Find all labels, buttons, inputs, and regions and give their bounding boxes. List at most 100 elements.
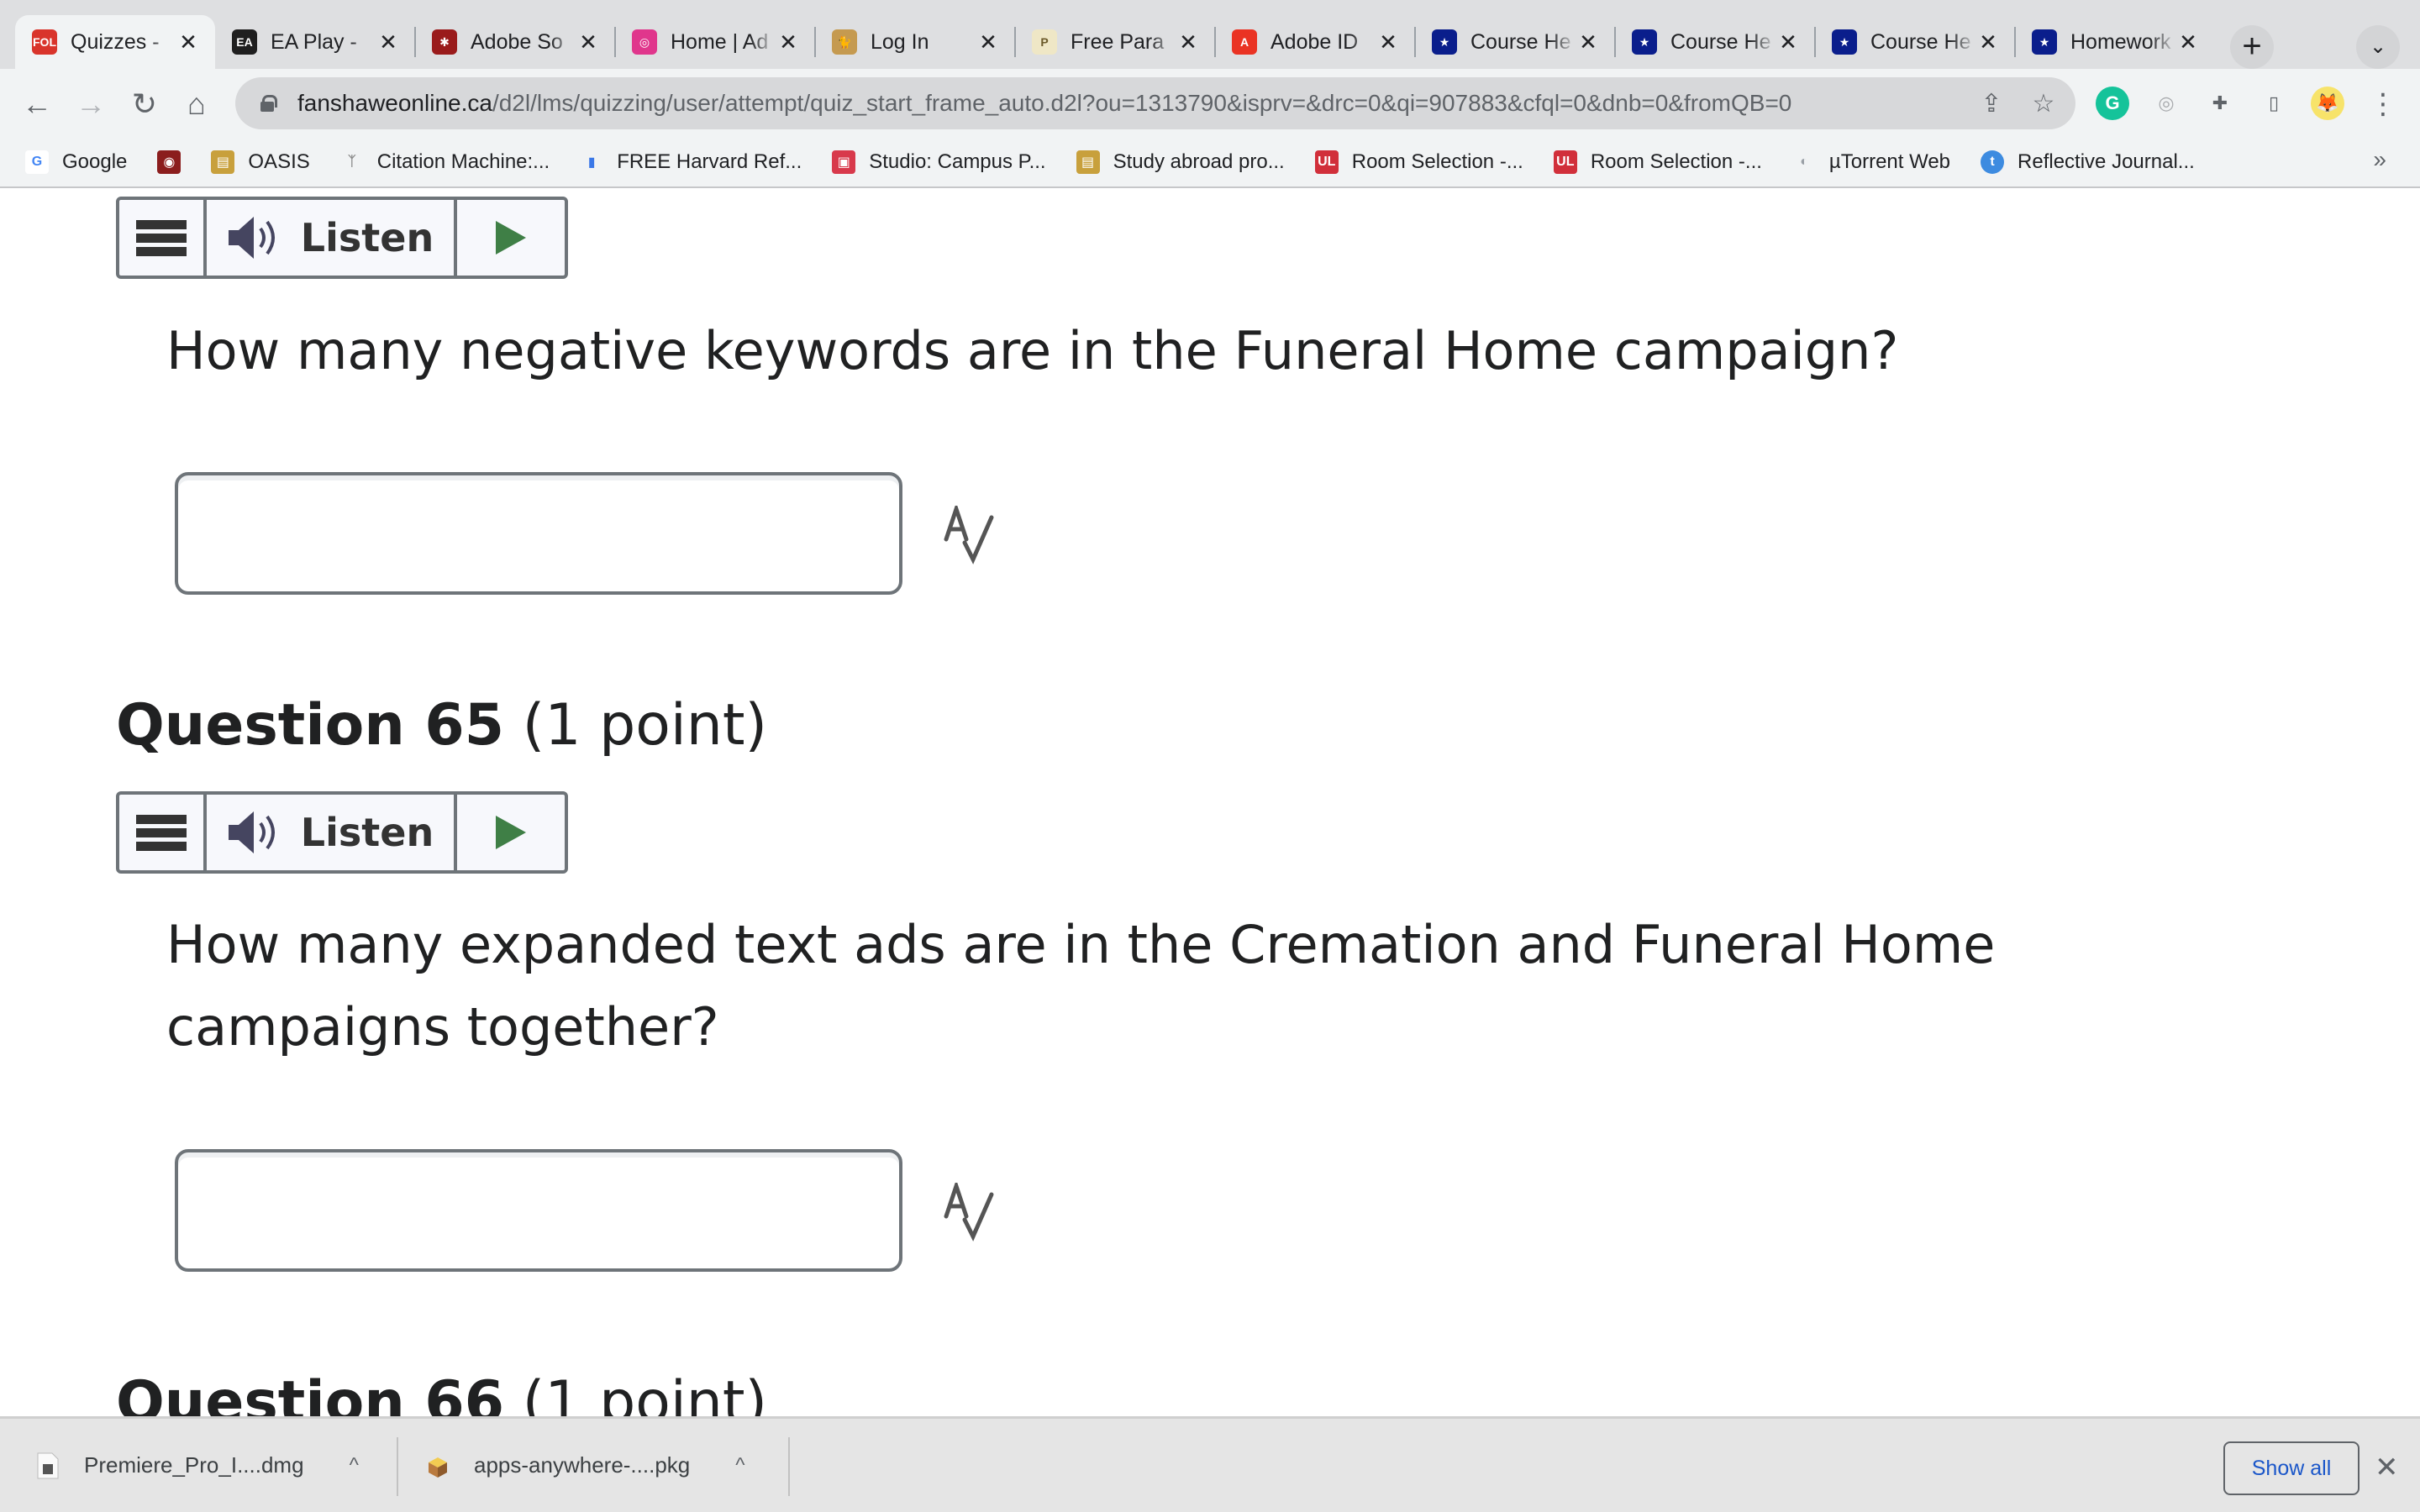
close-tab-icon[interactable]: ✕ xyxy=(776,30,800,54)
tab-separator xyxy=(414,27,416,57)
browser-tab[interactable]: ◎ Home | Ad ✕ xyxy=(615,15,815,69)
play-button[interactable] xyxy=(457,795,565,870)
package-icon xyxy=(429,1457,447,1478)
download-options-caret[interactable]: ^ xyxy=(350,1454,359,1478)
tab-separator xyxy=(2014,27,2016,57)
browser-tab[interactable]: ★ Course He ✕ xyxy=(1615,15,1815,69)
bookmark-star-icon[interactable]: ☆ xyxy=(2028,89,2059,119)
spell-check-icon[interactable] xyxy=(939,506,998,564)
divider xyxy=(788,1437,790,1496)
citation-machine-icon: ᛉ xyxy=(347,155,356,169)
play-button[interactable] xyxy=(457,200,565,276)
bookmark-item[interactable]: ◐ µTorrent Web xyxy=(1792,150,1950,174)
question-64-answer-input[interactable] xyxy=(175,472,902,595)
tab-title: Log In xyxy=(871,29,929,54)
grammarly-icon[interactable]: G xyxy=(2096,87,2129,120)
browser-menu-button[interactable]: ⋮ xyxy=(2361,82,2405,126)
ea-icon: EA xyxy=(232,29,257,55)
speaker-icon xyxy=(228,811,275,853)
share-icon[interactable]: ⇪ xyxy=(1976,89,2007,119)
close-tab-icon[interactable]: ✕ xyxy=(1176,30,1200,54)
browser-tab[interactable]: A Adobe ID ✕ xyxy=(1215,15,1415,69)
uofl-icon: UL xyxy=(1553,150,1577,174)
listen-button[interactable]: Listen xyxy=(207,795,457,870)
url-path: /d2l/lms/quizzing/user/attempt/quiz_star… xyxy=(492,90,1792,116)
tab-separator xyxy=(1214,27,1216,57)
browser-tab[interactable]: P Free Para ✕ xyxy=(1015,15,1215,69)
bookmark-label: Reflective Journal... xyxy=(2018,150,2195,173)
close-tab-icon[interactable]: ✕ xyxy=(1776,30,1800,54)
play-icon xyxy=(496,816,526,849)
download-shelf: Premiere_Pro_I....dmg ^ apps-anywhere-..… xyxy=(0,1416,2420,1512)
course-hero-icon: ★ xyxy=(1632,29,1657,55)
bookmark-item[interactable]: ▮ FREE Harvard Ref... xyxy=(580,150,802,174)
new-tab-button[interactable]: + xyxy=(2230,25,2274,69)
readspeaker-menu-button[interactable] xyxy=(119,795,207,870)
close-tab-icon[interactable]: ✕ xyxy=(976,30,1000,54)
close-tab-icon[interactable]: ✕ xyxy=(1576,30,1600,54)
tomcat-icon: 🐈 xyxy=(832,29,857,55)
profile-avatar[interactable]: 🦊 xyxy=(2311,87,2344,120)
tab-title: EA Play - xyxy=(271,29,357,54)
question-65-answer-input[interactable] xyxy=(175,1149,902,1272)
close-tab-icon[interactable]: ✕ xyxy=(176,30,200,54)
dmg-file-icon xyxy=(37,1452,59,1478)
bookmarks-list: G Google ◉ ▤ OASIS ᛉ Citation Machine:... ▮ FREE… xyxy=(25,150,2225,174)
paraphrase-icon: P xyxy=(1032,29,1057,55)
fol-icon: FOL xyxy=(32,29,57,55)
question-65-number: Question 65 xyxy=(116,692,505,759)
course-hero-icon: ★ xyxy=(1432,29,1457,55)
bookmark-item[interactable]: ▤ OASIS xyxy=(211,150,310,174)
show-all-downloads-button[interactable]: Show all xyxy=(2223,1441,2360,1495)
browser-tab[interactable]: EA EA Play - ✕ xyxy=(215,15,415,69)
tab-title: Homework xyxy=(2070,29,2171,54)
bookmark-item[interactable]: ᛉ Citation Machine:... xyxy=(340,150,550,174)
spell-check-icon[interactable] xyxy=(939,1183,998,1242)
close-tab-icon[interactable]: ✕ xyxy=(2176,30,2200,54)
close-tab-icon[interactable]: ✕ xyxy=(1976,30,2000,54)
readspeaker-menu-button[interactable] xyxy=(119,200,207,276)
bookmarks-overflow-button[interactable]: » xyxy=(2373,146,2386,173)
close-tab-icon[interactable]: ✕ xyxy=(376,30,400,54)
play-icon xyxy=(496,221,526,255)
listen-label: Listen xyxy=(300,810,434,855)
browser-tab[interactable]: ★ Homework ✕ xyxy=(2015,15,2215,69)
tab-search-button[interactable]: ⌄ xyxy=(2356,25,2400,69)
reload-button[interactable]: ↻ xyxy=(123,82,166,126)
download-item[interactable]: Premiere_Pro_I....dmg ^ xyxy=(37,1419,359,1512)
listen-button[interactable]: Listen xyxy=(207,200,457,276)
reflective-journal-icon: t xyxy=(1981,150,2005,174)
bookmark-item[interactable]: UL Room Selection -... xyxy=(1314,150,1523,174)
bookmark-item[interactable]: t Reflective Journal... xyxy=(1981,150,2195,174)
tab-title: Adobe So xyxy=(471,29,563,54)
course-hero-icon: ★ xyxy=(2032,29,2057,55)
back-button[interactable]: ← xyxy=(15,82,59,126)
tab-title: Course He xyxy=(1870,29,1971,54)
extension-swirl-icon[interactable]: ◎ xyxy=(2149,87,2183,120)
close-tab-icon[interactable]: ✕ xyxy=(576,30,600,54)
forward-button[interactable]: → xyxy=(69,82,113,126)
bookmark-item[interactable]: G Google xyxy=(25,150,127,174)
browser-tab[interactable]: ✱ Adobe So ✕ xyxy=(415,15,615,69)
side-panel-icon[interactable]: ▯ xyxy=(2257,87,2291,120)
bookmark-item[interactable]: ▣ Studio: Campus P... xyxy=(832,150,1046,174)
close-download-shelf-icon[interactable]: ✕ xyxy=(2375,1451,2399,1484)
browser-tab[interactable]: 🐈 Log In ✕ xyxy=(815,15,1015,69)
browser-tab[interactable]: ★ Course He ✕ xyxy=(1415,15,1615,69)
download-item[interactable]: apps-anywhere-....pkg ^ xyxy=(427,1419,745,1512)
puzzle-icon[interactable]: ✚ xyxy=(2203,87,2237,120)
question-66-points: (1 point) xyxy=(522,1369,768,1418)
lock-icon[interactable] xyxy=(260,95,277,112)
bookmark-item[interactable]: ▤ Study abroad pro... xyxy=(1076,150,1285,174)
home-button[interactable]: ⌂ xyxy=(175,82,218,126)
url-text[interactable]: fanshaweonline.ca/d2l/lms/quizzing/user/… xyxy=(297,90,1791,117)
browser-tab[interactable]: ★ Course He ✕ xyxy=(1815,15,2015,69)
close-tab-icon[interactable]: ✕ xyxy=(1376,30,1400,54)
address-bar[interactable]: fanshaweonline.ca/d2l/lms/quizzing/user/… xyxy=(235,77,2075,129)
bookmark-item[interactable]: UL Room Selection -... xyxy=(1553,150,1762,174)
bookmark-item[interactable]: ◉ xyxy=(157,150,182,174)
download-options-caret[interactable]: ^ xyxy=(735,1454,744,1478)
browser-tab[interactable]: FOL Quizzes - ✕ xyxy=(15,15,215,69)
tab-title: Home | Ad xyxy=(671,29,769,54)
ac-milan-icon: ◉ xyxy=(157,150,182,174)
